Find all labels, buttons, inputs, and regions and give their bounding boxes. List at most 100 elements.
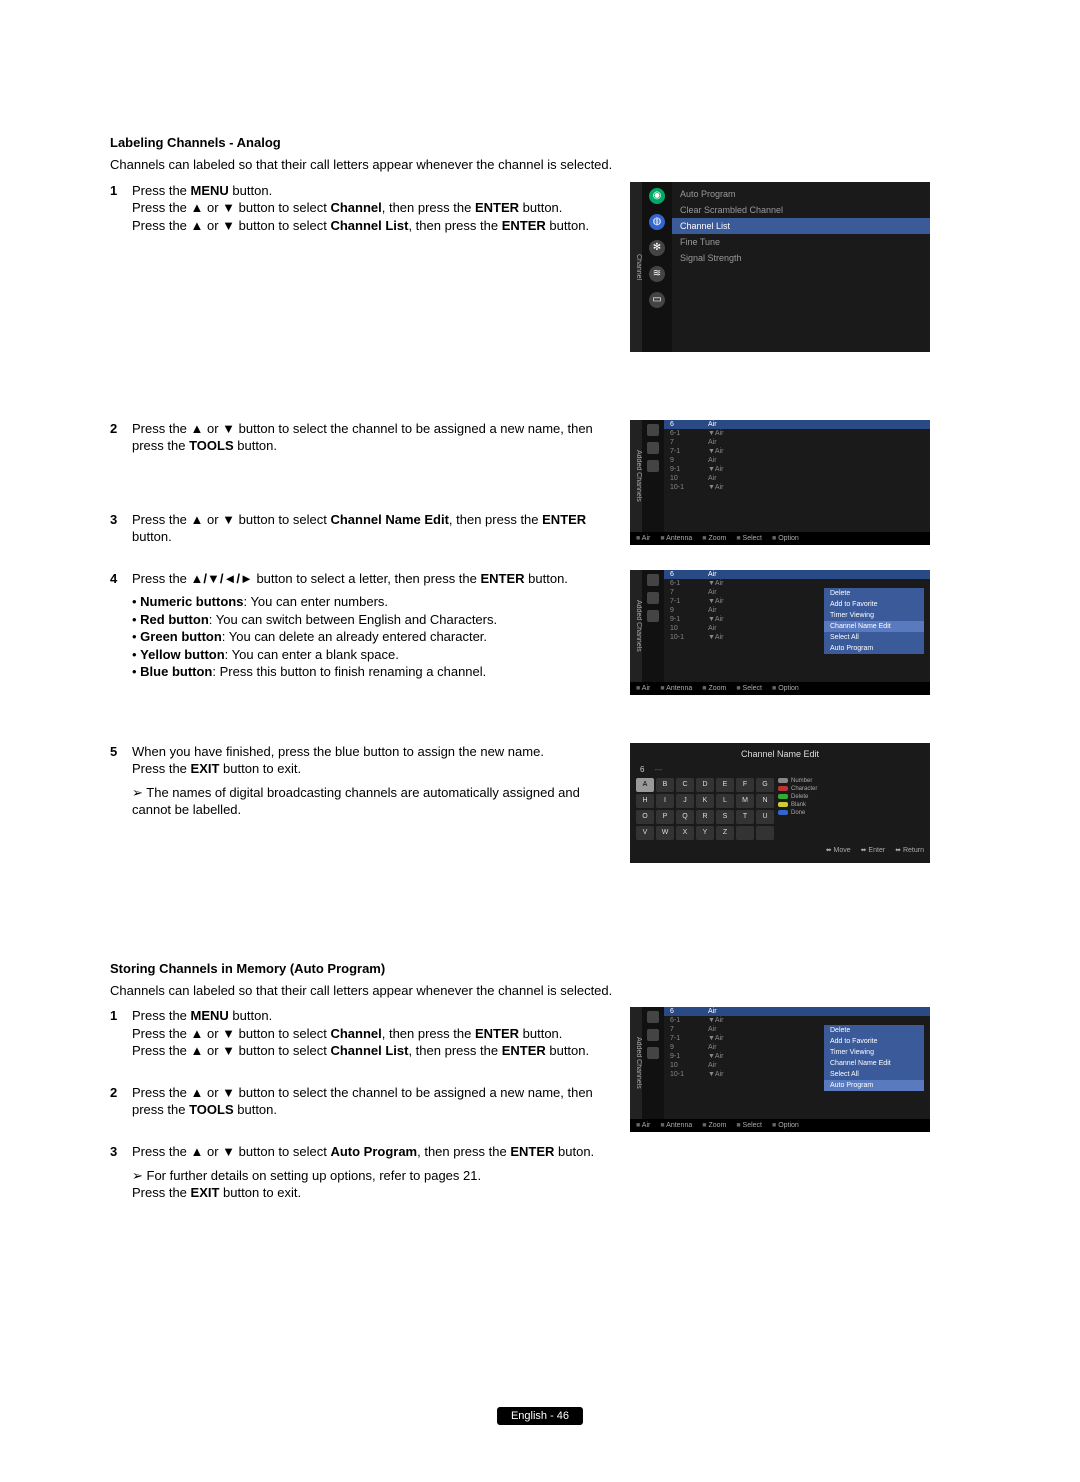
- text: When you have finished, press the blue b…: [132, 743, 610, 761]
- osd-menu-item: Clear Scrambled Channel: [672, 202, 930, 218]
- osd-row: 7-1▼Air: [664, 447, 930, 456]
- text: MENU: [191, 183, 229, 198]
- text: TOOLS: [189, 438, 234, 453]
- osd-row: 6-1▼Air: [664, 1016, 930, 1025]
- section-intro: Channels can labeled so that their call …: [110, 982, 970, 1000]
- text: Channel List: [330, 218, 408, 233]
- text: ENTER: [480, 571, 524, 586]
- text: , then press the: [408, 218, 501, 233]
- key: U: [756, 810, 774, 824]
- section-title: Storing Channels in Memory (Auto Program…: [110, 961, 970, 976]
- globe-icon: ◍: [649, 214, 665, 230]
- signal-icon: ≋: [649, 266, 665, 282]
- text: button to select a letter, then press th…: [253, 571, 481, 586]
- osd-popup-item: Select All: [824, 632, 924, 643]
- osd-row: 10-1▼Air: [664, 483, 930, 492]
- key: S: [716, 810, 734, 824]
- osd-row: 9Air: [664, 456, 930, 465]
- osd-footer: AirAntennaZoomSelectOption: [630, 1119, 930, 1132]
- osd-menu-list: Auto ProgramClear Scrambled ChannelChann…: [672, 182, 930, 352]
- osd-footer: AirAntennaZoomSelectOption: [630, 532, 930, 545]
- step-3b: 3 Press the ▲ or ▼ button to select Auto…: [110, 1143, 610, 1202]
- key: E: [716, 778, 734, 792]
- osd-side-label: Channel: [630, 182, 642, 352]
- osd-icon-bar: ◉ ◍ ✻ ≋ ▭: [642, 182, 672, 352]
- kbd-foot-item: ⬌ Move: [826, 846, 851, 854]
- key: X: [676, 826, 694, 840]
- key: Y: [696, 826, 714, 840]
- legend-item: Delete: [778, 794, 817, 800]
- note: For further details on setting up option…: [132, 1167, 610, 1185]
- legend-item: Blank: [778, 802, 817, 808]
- osd-row: 6Air: [664, 570, 930, 579]
- key: Q: [676, 810, 694, 824]
- text: Press the ▲ or ▼ button to select: [132, 218, 330, 233]
- text: Press the: [132, 761, 191, 776]
- note: The names of digital broadcasting channe…: [132, 784, 610, 819]
- osd-tools-popup: DeleteAdd to FavoriteTimer ViewingChanne…: [824, 1025, 924, 1091]
- osd-popup-item: Select All: [824, 1069, 924, 1080]
- text: , then press the: [408, 1043, 501, 1058]
- osd-channel-list: Added Channels 6Air6-1▼Air7Air7-1▼Air9Ai…: [630, 420, 930, 545]
- osd-popup-item: Channel Name Edit: [824, 1058, 924, 1069]
- osd-footer-item: Select: [736, 1122, 762, 1129]
- key: N: [756, 794, 774, 808]
- text: Press the ▲ or ▼ button to select: [132, 1026, 330, 1041]
- text: Press the: [132, 1008, 191, 1023]
- osd-title: Channel Name Edit: [636, 749, 924, 759]
- osd-footer-item: Zoom: [702, 685, 726, 692]
- text: ENTER: [542, 512, 586, 527]
- osd-footer-item: Antenna: [660, 1122, 692, 1129]
- osd-popup-item: Delete: [824, 588, 924, 599]
- text: , then press the: [382, 200, 475, 215]
- key: B: [656, 778, 674, 792]
- osd-popup-item: Auto Program: [824, 1080, 924, 1091]
- osd-footer-item: Select: [736, 685, 762, 692]
- key: C: [676, 778, 694, 792]
- keyboard-footer: ⬌ Move⬌ Enter⬌ Return: [636, 846, 924, 854]
- step-2b: 2 Press the ▲ or ▼ button to select the …: [110, 1084, 610, 1119]
- legend-item: Number: [778, 778, 817, 784]
- osd-row: 10Air: [664, 474, 930, 483]
- osd-row: 9-1▼Air: [664, 465, 930, 474]
- text: Press the ▲ or ▼ button to select: [132, 512, 330, 527]
- step-1: 1 Press the MENU button. Press the ▲ or …: [110, 182, 610, 235]
- key: M: [736, 794, 754, 808]
- key: [736, 826, 754, 840]
- bullet: Blue button: Press this button to finish…: [132, 663, 610, 681]
- gear-icon: ✻: [649, 240, 665, 256]
- osd-row: 6-1▼Air: [664, 429, 930, 438]
- text: Channel: [330, 1026, 381, 1041]
- text: TOOLS: [189, 1102, 234, 1117]
- text: EXIT: [191, 761, 220, 776]
- text: button.: [132, 529, 172, 544]
- legend-item: Done: [778, 810, 817, 816]
- text: Press the ▲ or ▼ button to select: [132, 1144, 330, 1159]
- text: Press the: [132, 1185, 191, 1200]
- osd-footer-item: Option: [772, 1122, 799, 1129]
- bullet: Red button: You can switch between Engli…: [132, 611, 610, 629]
- text: button.: [234, 438, 277, 453]
- text: ▲/▼/◄/►: [191, 571, 253, 586]
- text: Press the: [132, 183, 191, 198]
- osd-popup-item: Timer Viewing: [824, 1047, 924, 1058]
- osd-list-icons: [642, 570, 664, 682]
- text: button.: [546, 218, 589, 233]
- step-1b: 1 Press the MENU button. Press the ▲ or …: [110, 1007, 610, 1060]
- section-intro: Channels can labeled so that their call …: [110, 156, 970, 174]
- osd-popup-item: Timer Viewing: [824, 610, 924, 621]
- osd-list-icons: [642, 420, 664, 532]
- list-icon: ▭: [649, 292, 665, 308]
- osd-channel-list-popup2: Added Channels 6Air6-1▼Air7Air7-1▼Air9Ai…: [630, 1007, 930, 1132]
- text: ENTER: [510, 1144, 554, 1159]
- section-title: Labeling Channels - Analog: [110, 135, 970, 150]
- osd-side-label: Added Channels: [630, 570, 642, 682]
- text: button to exit.: [219, 1185, 301, 1200]
- osd-footer: AirAntennaZoomSelectOption: [630, 682, 930, 695]
- osd-footer-item: Zoom: [702, 535, 726, 542]
- key: P: [656, 810, 674, 824]
- text: Channel List: [330, 1043, 408, 1058]
- step-3: 3 Press the ▲ or ▼ button to select Chan…: [110, 511, 610, 546]
- step-4: 4 Press the ▲/▼/◄/► button to select a l…: [110, 570, 610, 681]
- text: button.: [234, 1102, 277, 1117]
